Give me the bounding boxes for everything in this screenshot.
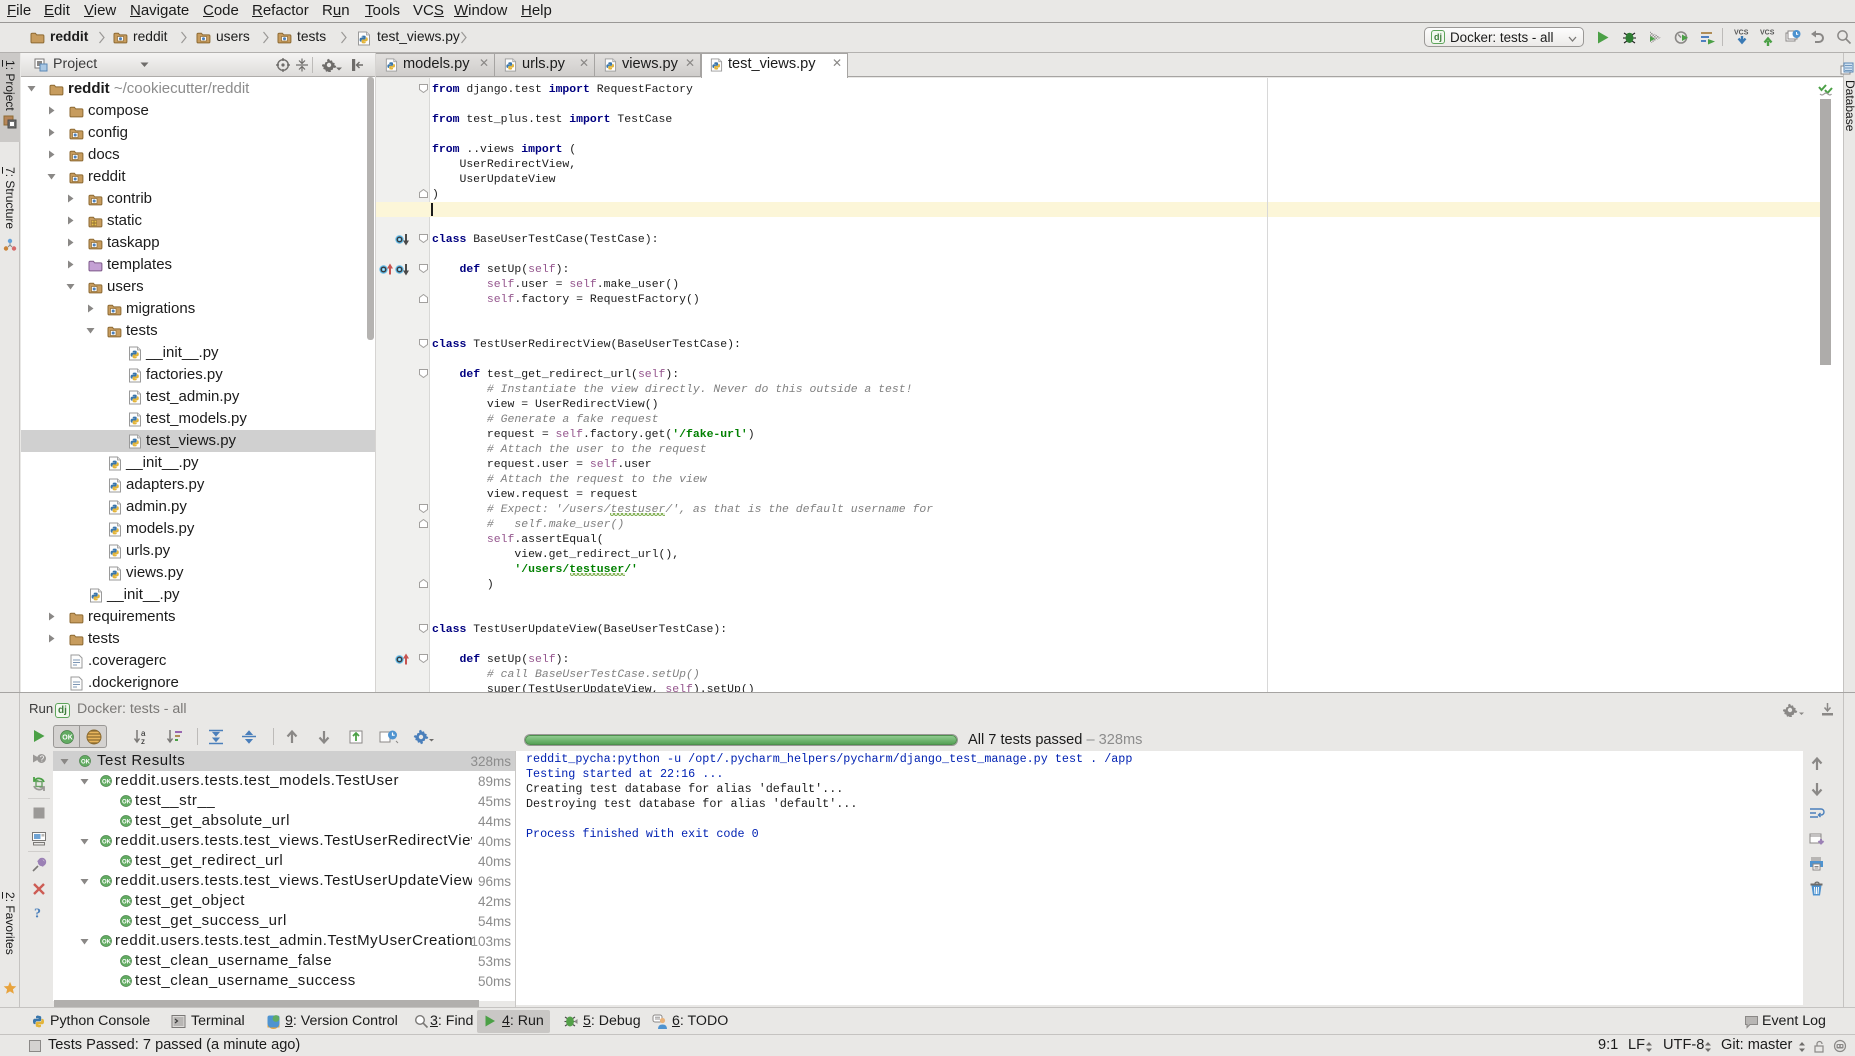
- svg-text:?: ?: [40, 754, 45, 763]
- svg-text:OK: OK: [122, 859, 132, 865]
- svg-text:OK: OK: [122, 799, 132, 805]
- svg-text:OK: OK: [122, 959, 132, 965]
- svg-text:OK: OK: [122, 979, 132, 985]
- svg-text:VCS: VCS: [1760, 30, 1775, 37]
- svg-text:OK: OK: [81, 759, 91, 765]
- svg-text:OK: OK: [122, 899, 132, 905]
- svg-text:z: z: [141, 737, 145, 745]
- svg-text:OK: OK: [122, 919, 132, 925]
- svg-text:OK: OK: [102, 939, 112, 945]
- svg-text:OK: OK: [122, 819, 132, 825]
- svg-text:?: ?: [34, 907, 41, 921]
- svg-text:OK: OK: [102, 879, 112, 885]
- svg-text:OK: OK: [102, 779, 112, 785]
- svg-text:OK: OK: [102, 839, 112, 845]
- svg-text:VCS: VCS: [1734, 30, 1749, 37]
- svg-text:OK: OK: [62, 735, 73, 742]
